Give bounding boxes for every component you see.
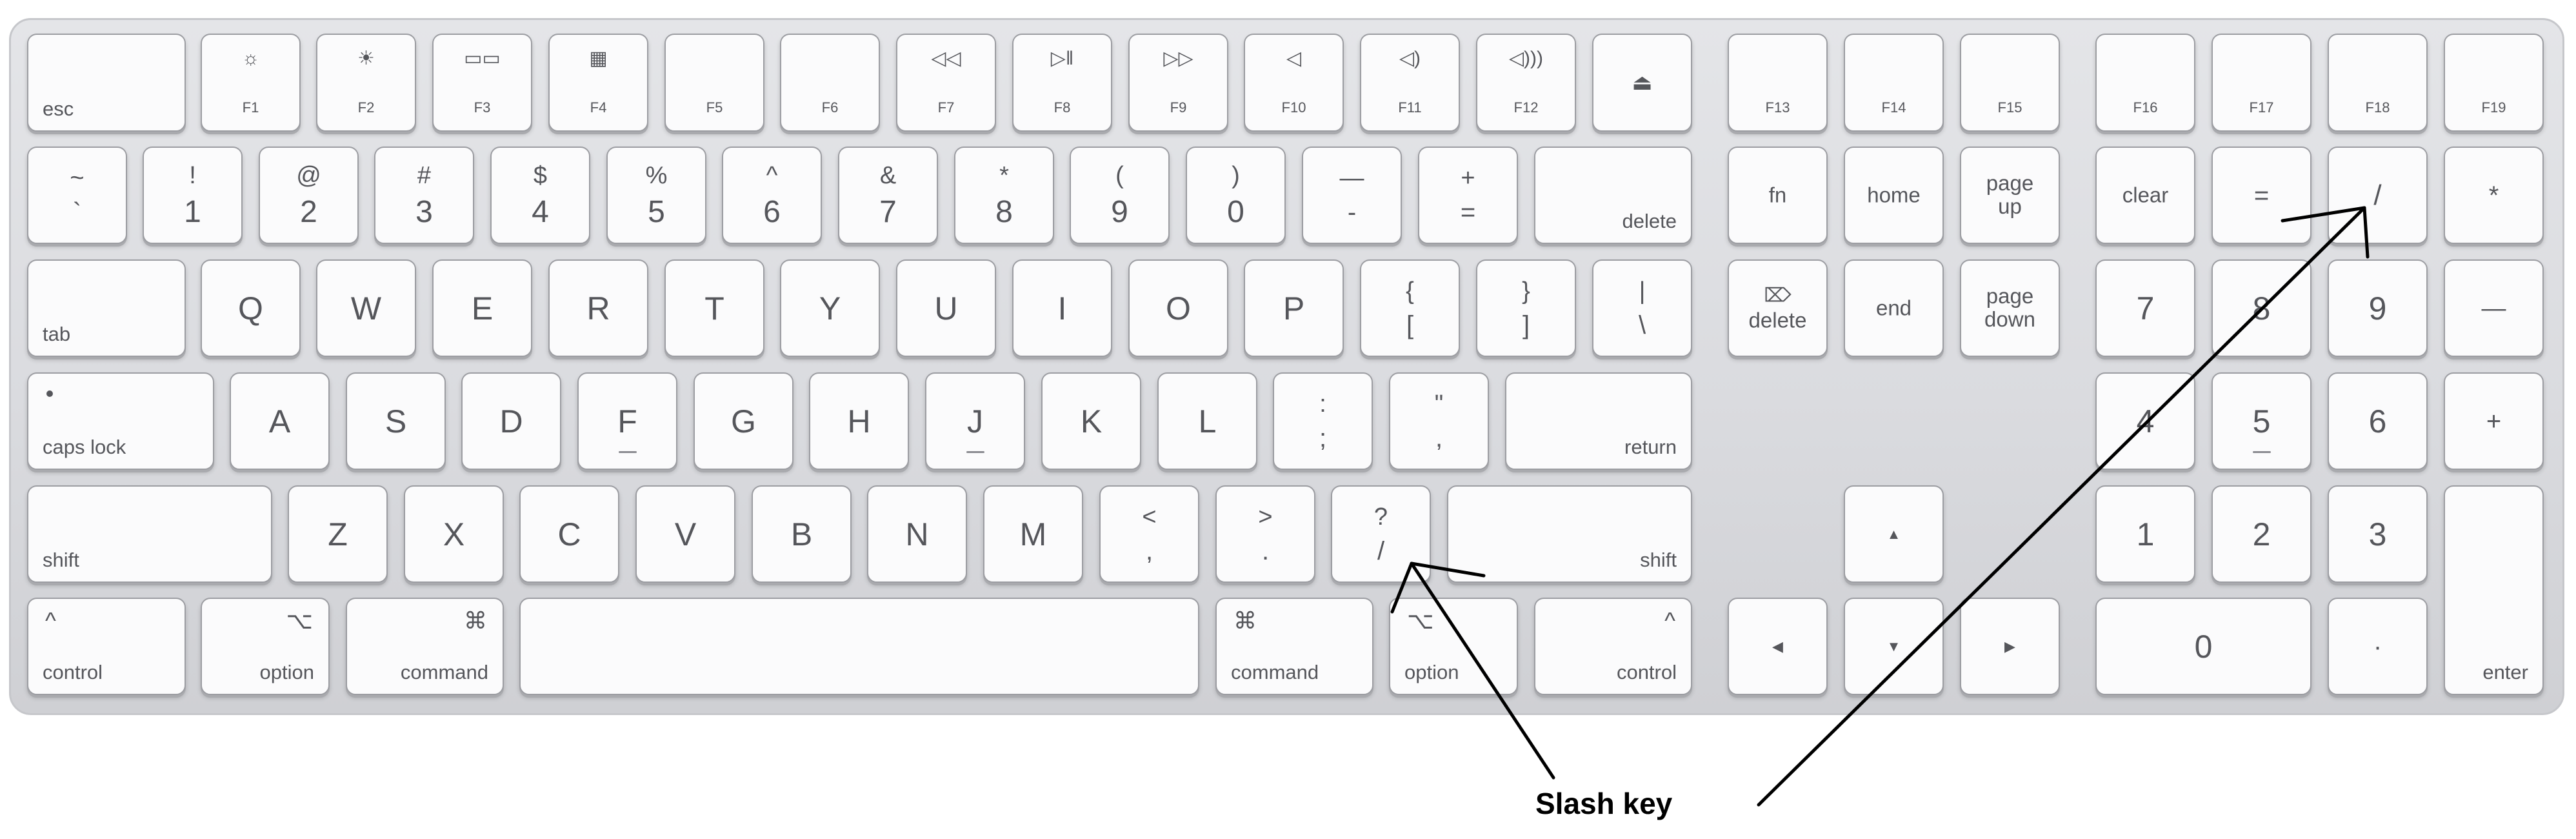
keyboard-diagram: esc ☼ F1 ☀ F2 ▭▭ F3 ▦ F4 F5 F6 ◁◁ F7 ▷‖ F8 ▷▷ F… <box>0 0 2576 839</box>
keypad-slash-pointer-line <box>1757 206 2366 807</box>
slash-pointer-line <box>1410 561 1555 780</box>
annotation-lines <box>1390 206 2370 807</box>
slash-pointer-tail <box>1390 561 1413 614</box>
annotation-caption: Slash key <box>1535 787 1673 820</box>
keypad-slash-pointer-tail-down <box>2362 206 2370 259</box>
